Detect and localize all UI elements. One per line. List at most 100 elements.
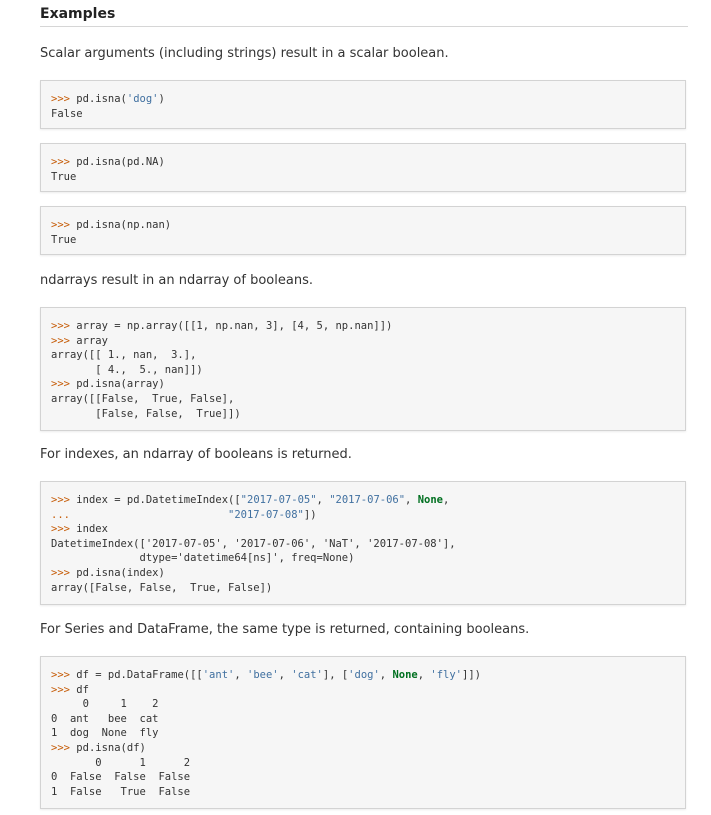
code-text: pd.isna(index): [76, 566, 165, 579]
code-line: 1 False True False: [51, 785, 675, 800]
code-line: ... "2017-07-08"]): [51, 508, 675, 523]
code-prompt: >>>: [51, 93, 77, 105]
code-line: >>> array: [51, 334, 675, 349]
code-line: 0 1 2: [51, 697, 675, 712]
description-scalar: Scalar arguments (including strings) res…: [40, 46, 449, 61]
code-prompt: ...: [51, 508, 77, 521]
code-block-isna-na: >>> pd.isna(pd.NA) True: [40, 143, 686, 192]
code-string: 'dog': [348, 669, 380, 681]
code-text: ,: [443, 494, 450, 506]
code-line: True: [51, 233, 675, 248]
code-text: ]]): [462, 669, 481, 681]
code-text: array = np.array([[1, np.nan, 3], [4, 5,…: [76, 320, 393, 332]
code-text: [ 4., 5., nan]]): [51, 363, 203, 376]
code-text: ,: [278, 669, 292, 681]
code-prompt: >>>: [51, 741, 77, 754]
code-line: >>> pd.isna('dog'): [51, 92, 675, 107]
code-string: 'ant': [202, 669, 235, 681]
code-prompt: >>>: [51, 566, 77, 579]
code-text: ,: [417, 669, 431, 681]
code-string: "2017-07-08": [228, 508, 304, 521]
code-text: ,: [405, 494, 418, 506]
code-string: 'dog': [126, 93, 159, 105]
code-text: pd.isna(np.nan): [76, 219, 172, 231]
code-line: True: [51, 170, 675, 185]
code-prompt: >>>: [51, 156, 77, 168]
code-prompt: >>>: [51, 320, 77, 332]
code-text: pd.isna(: [76, 93, 127, 105]
code-string: "2017-07-06": [329, 494, 406, 506]
code-line: array([False, False, True, False]): [51, 581, 675, 596]
code-line: >>> index: [51, 522, 675, 537]
code-line: >>> pd.isna(np.nan): [51, 218, 675, 233]
code-text: 0 False False False: [51, 771, 191, 784]
code-text: index = pd.DatetimeIndex([: [76, 494, 241, 506]
code-text: ]): [303, 508, 317, 521]
code-text: DatetimeIndex(['2017-07-05', '2017-07-06…: [51, 537, 456, 550]
code-block-ndarray: >>> array = np.array([[1, np.nan, 3], [4…: [40, 307, 686, 431]
code-text: dtype='datetime64[ns]', freq=None): [51, 552, 355, 565]
code-string: 'fly': [430, 669, 462, 681]
description-index: For indexes, an ndarray of booleans is r…: [40, 447, 352, 462]
code-line: dtype='datetime64[ns]', freq=None): [51, 551, 675, 566]
code-text: array([False, False, True, False]): [51, 581, 273, 594]
code-text: ], [: [322, 669, 349, 681]
section-heading: Examples: [40, 6, 688, 27]
code-text: 0 ant bee cat: [51, 712, 159, 725]
code-line: >>> pd.isna(df): [51, 741, 675, 756]
code-line: array([[ 1., nan, 3.],: [51, 348, 675, 363]
code-line: 0 False False False: [51, 770, 675, 785]
code-line: array([[False, True, False],: [51, 392, 675, 407]
code-text: ): [158, 93, 165, 105]
code-line: >>> pd.isna(array): [51, 377, 675, 392]
code-prompt: >>>: [51, 669, 77, 681]
code-prompt: >>>: [51, 523, 77, 536]
code-line: [False, False, True]]): [51, 407, 675, 422]
code-prompt: >>>: [51, 219, 77, 231]
code-line: [ 4., 5., nan]]): [51, 363, 675, 378]
code-text: pd.isna(df): [76, 741, 146, 754]
code-string: "2017-07-05": [240, 494, 317, 506]
code-text: array([[False, True, False],: [51, 392, 235, 405]
code-text: [False, False, True]]): [51, 407, 241, 420]
code-prompt: >>>: [51, 378, 77, 391]
code-text: index: [76, 523, 108, 536]
code-line: >>> index = pd.DatetimeIndex(["2017-07-0…: [51, 493, 675, 508]
code-prompt: >>>: [51, 683, 77, 696]
code-line: 0 1 2: [51, 756, 675, 771]
code-text: pd.isna(array): [76, 378, 165, 391]
code-line: >>> df = pd.DataFrame([['ant', 'bee', 'c…: [51, 668, 675, 683]
code-text: array([[ 1., nan, 3.],: [51, 349, 197, 362]
code-block-index: >>> index = pd.DatetimeIndex(["2017-07-0…: [40, 481, 686, 605]
code-text: ,: [379, 669, 393, 681]
description-ndarray: ndarrays result in an ndarray of boolean…: [40, 273, 313, 288]
code-line: 1 dog None fly: [51, 726, 675, 741]
code-line: DatetimeIndex(['2017-07-05', '2017-07-06…: [51, 537, 675, 552]
code-text: True: [51, 170, 77, 183]
code-text: 0 1 2: [51, 756, 191, 769]
code-keyword: None: [417, 494, 443, 506]
code-text: True: [51, 233, 77, 246]
code-keyword: None: [392, 669, 418, 681]
code-line: False: [51, 107, 675, 122]
code-text: 0 1 2: [51, 698, 159, 711]
code-text: ,: [316, 494, 330, 506]
code-string: 'cat': [291, 669, 323, 681]
code-string: 'bee': [247, 669, 279, 681]
code-text: ,: [234, 669, 247, 681]
code-line: >>> pd.isna(pd.NA): [51, 155, 675, 170]
code-prompt: >>>: [51, 334, 77, 347]
code-text: False: [51, 107, 83, 120]
code-text: df: [76, 683, 89, 696]
code-line: >>> pd.isna(index): [51, 566, 675, 581]
code-block-isna-nan: >>> pd.isna(np.nan) True: [40, 206, 686, 255]
code-line: 0 ant bee cat: [51, 712, 675, 727]
code-prompt: >>>: [51, 494, 77, 506]
code-text: 1 dog None fly: [51, 727, 159, 740]
code-text: df = pd.DataFrame([[: [76, 669, 203, 681]
code-text: 1 False True False: [51, 785, 191, 798]
description-dataframe: For Series and DataFrame, the same type …: [40, 622, 530, 637]
code-text: pd.isna(pd.NA): [76, 156, 165, 168]
code-block-dataframe: >>> df = pd.DataFrame([['ant', 'bee', 'c…: [40, 656, 686, 809]
